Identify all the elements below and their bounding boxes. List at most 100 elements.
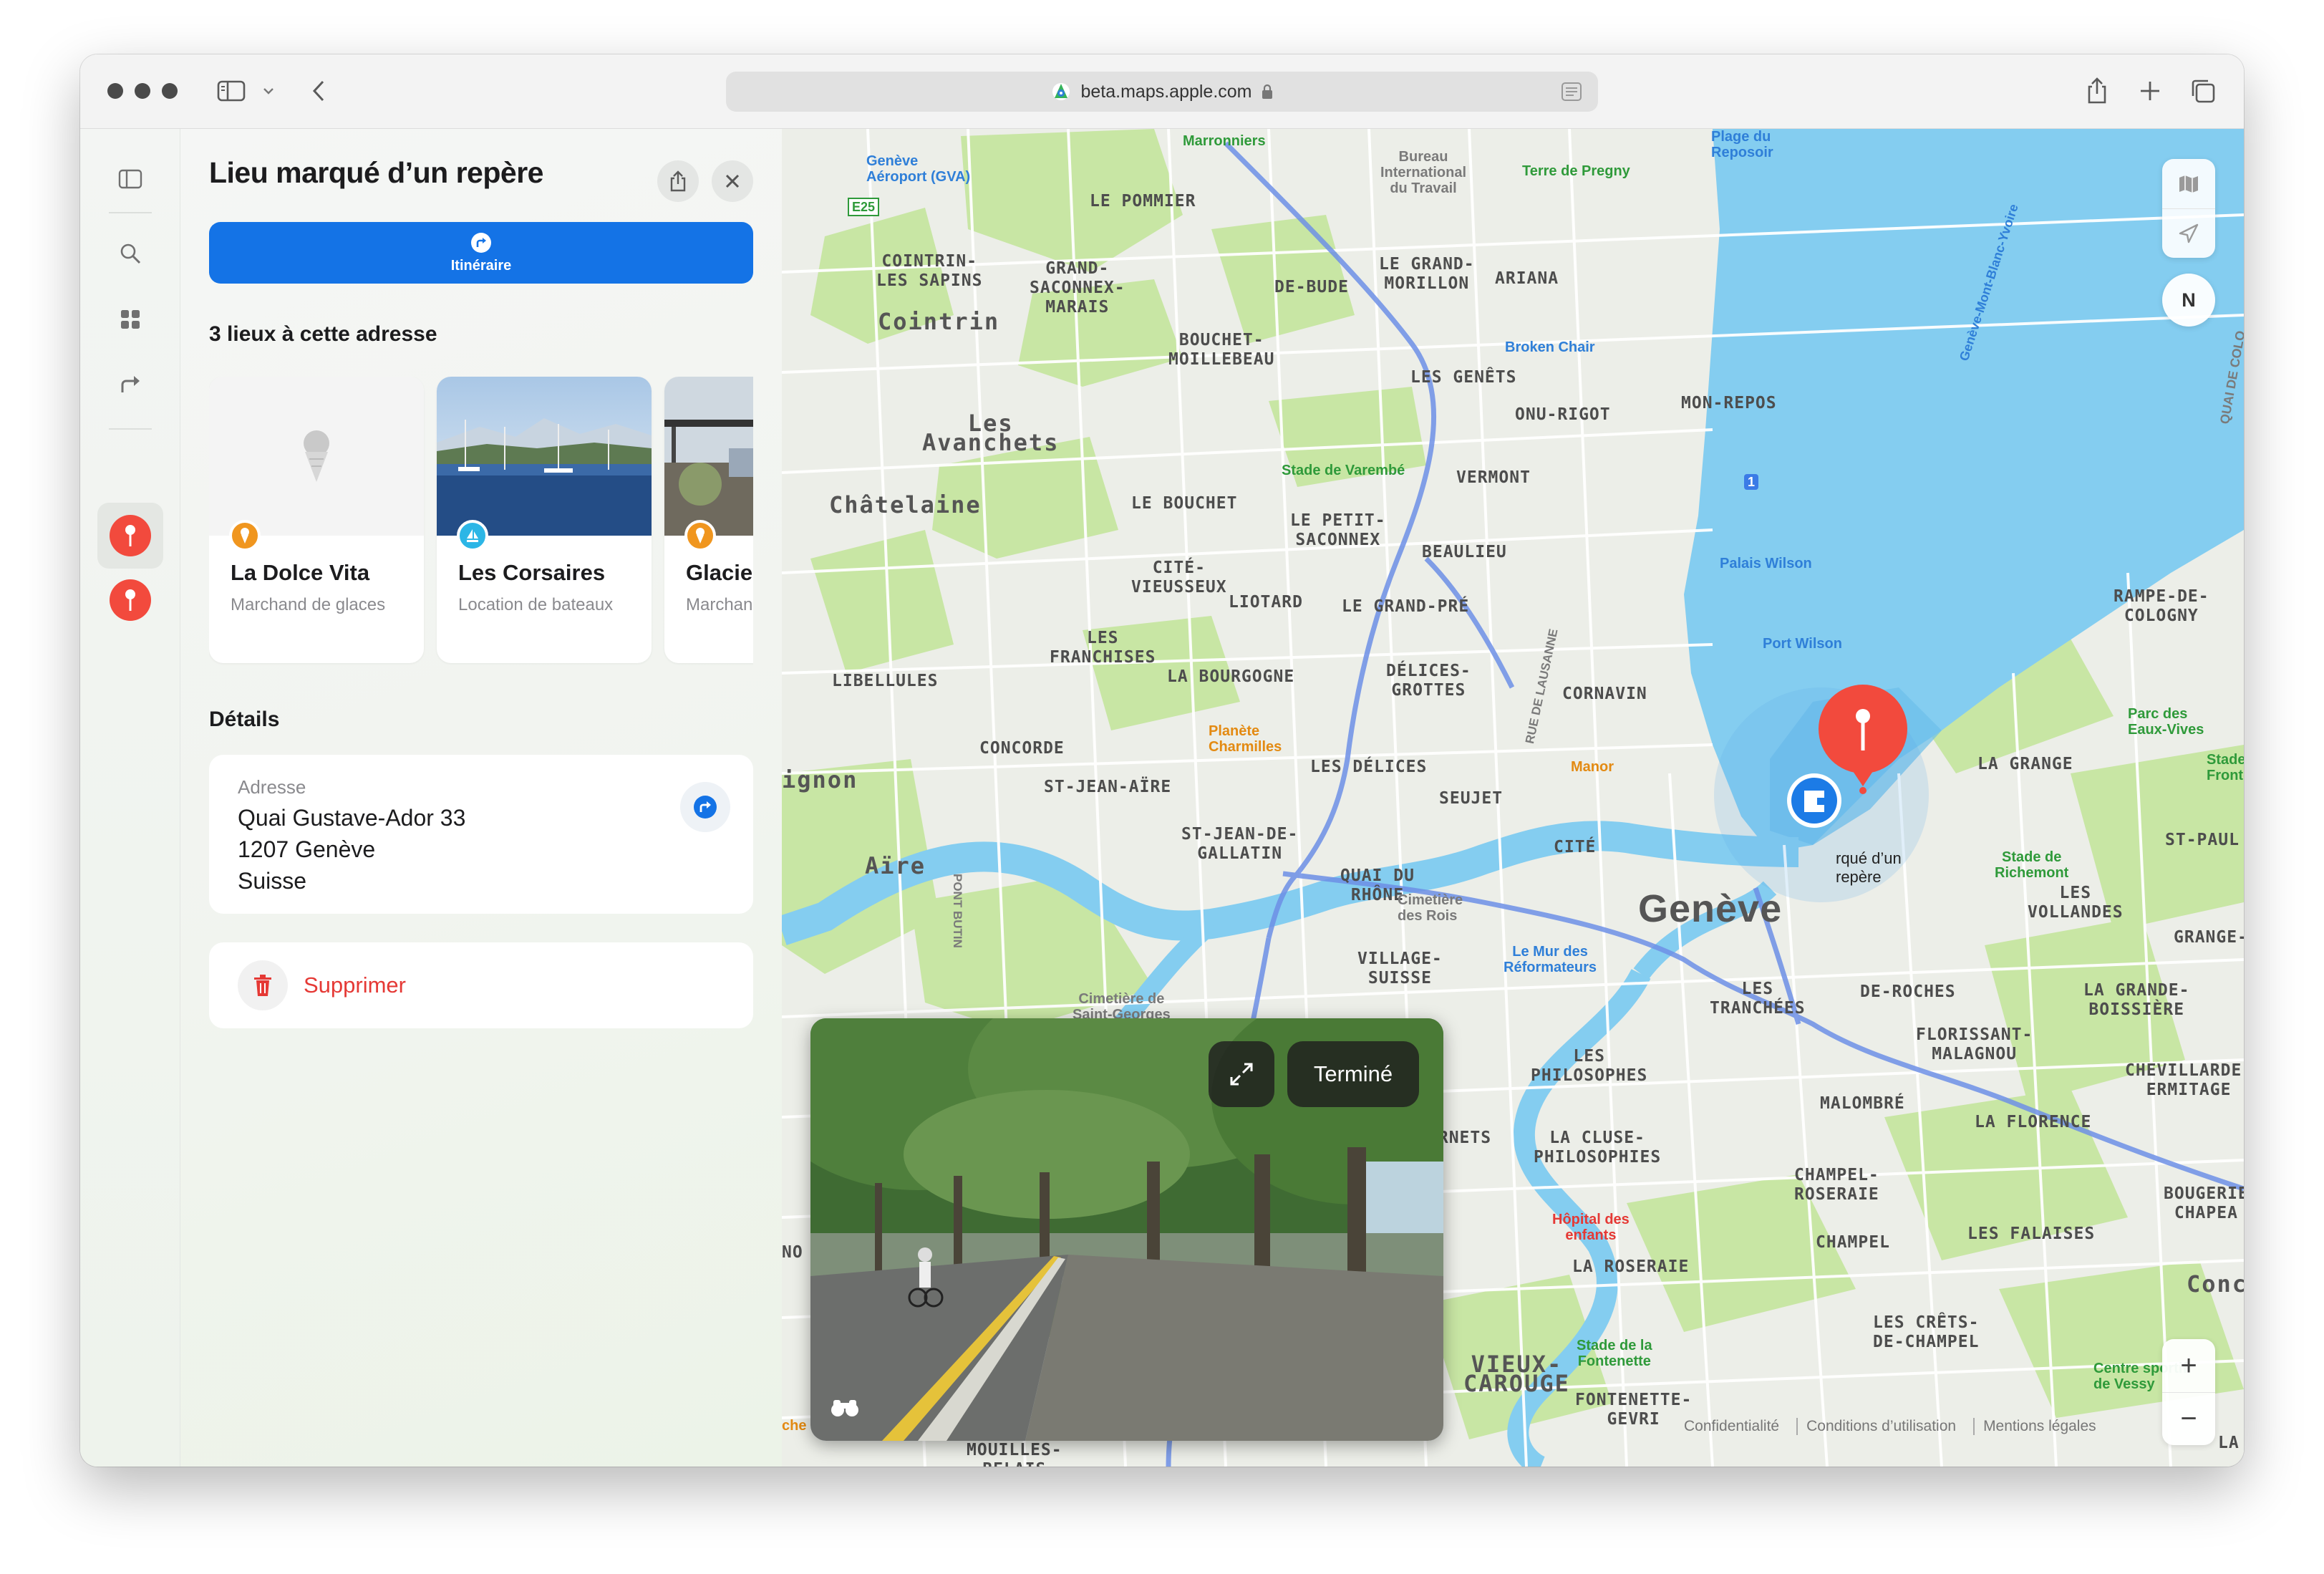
map-poi-label[interactable]: Hôpital des enfants <box>1552 1212 1630 1243</box>
delete-pin-button[interactable]: Supprimer <box>209 942 753 1028</box>
itinerary-button[interactable]: Itinéraire <box>209 222 753 284</box>
map-poi-label: che <box>782 1418 807 1434</box>
map-poi-label[interactable]: Cimetière des Rois <box>1398 892 1463 924</box>
maps-sidebar-rail <box>80 129 180 1467</box>
map-poi-label: PONT BUTIN <box>951 874 964 948</box>
zoom-in-button[interactable]: + <box>2162 1339 2215 1392</box>
map-district-label: CHAMPEL- ROSERAIE <box>1794 1166 1879 1204</box>
minimize-window-dot[interactable] <box>135 83 150 99</box>
map-district-label: LES FALAISES <box>1967 1225 2096 1243</box>
itinerary-label: Itinéraire <box>450 257 512 274</box>
sidebar-toggle-icon[interactable] <box>213 73 249 109</box>
tab-overview-icon[interactable] <box>2185 73 2221 109</box>
map-district-label: CONCORDE <box>979 739 1065 758</box>
terms-link[interactable]: Conditions d’utilisation <box>1796 1418 1956 1435</box>
map-poi-label[interactable]: Stade d Fronten <box>2207 752 2244 783</box>
place-type: Marchand de glaces <box>231 595 386 614</box>
map-district-label: MALOMBRÉ <box>1820 1094 1905 1113</box>
map-district-label: ignon <box>782 766 858 793</box>
map-district-label: LA GRANGE <box>1977 755 2073 773</box>
map-district-label: VERMONT <box>1456 468 1531 487</box>
done-button[interactable]: Terminé <box>1287 1041 1419 1107</box>
zoom-window-dot[interactable] <box>162 83 178 99</box>
trash-icon <box>238 960 288 1010</box>
place-card-les-corsaires[interactable]: Les Corsaires Location de bateaux <box>437 377 652 663</box>
ice-cream-icon <box>209 377 424 536</box>
lock-icon <box>1262 84 1272 99</box>
map-district-label: GRAND- SACONNEX- MARAIS <box>1030 259 1125 317</box>
map-district-label: Cointrin <box>878 308 1000 335</box>
close-window-dot[interactable] <box>107 83 123 99</box>
places-heading: 3 lieux à cette adresse <box>209 322 437 346</box>
place-card-la-dolce-vita[interactable]: La Dolce Vita Marchand de glaces <box>209 377 424 663</box>
title-bar: beta.maps.apple.com <box>80 54 2244 129</box>
expand-button[interactable] <box>1209 1041 1274 1107</box>
map-district-label: LA <box>2218 1434 2240 1452</box>
zoom-out-button[interactable]: − <box>2162 1392 2215 1445</box>
map-poi-label[interactable]: Marronniers <box>1183 133 1266 149</box>
places-carousel[interactable]: La Dolce Vita Marchand de glaces Les Cor… <box>209 377 753 666</box>
share-place-button[interactable] <box>657 160 699 202</box>
address-directions-button[interactable] <box>680 782 730 832</box>
pinned-place-2[interactable] <box>107 577 153 623</box>
map-poi-label[interactable]: Genève Aéroport (GVA) <box>866 153 970 185</box>
map-district-label: Conc <box>2187 1270 2244 1298</box>
map-poi-label[interactable]: Palais Wilson <box>1720 556 1812 571</box>
map-poi-label[interactable]: Parc des Eaux-Vives <box>2128 706 2204 738</box>
legal-notices-link[interactable]: Mentions légales <box>1973 1418 2096 1435</box>
toggle-panel-icon[interactable] <box>107 156 153 202</box>
details-heading: Détails <box>209 708 280 731</box>
map-poi-label[interactable]: Bureau International du Travail <box>1380 149 1466 196</box>
share-icon[interactable] <box>2079 73 2115 109</box>
back-icon[interactable] <box>301 73 337 109</box>
map-district-label: LE GRAND- MORILLON <box>1379 255 1475 293</box>
map-poi-label[interactable]: Terre de Pregny <box>1522 163 1630 179</box>
directions-icon[interactable] <box>107 361 153 407</box>
place-photo <box>664 377 753 536</box>
map-district-label: LES FRANCHISES <box>1050 629 1156 667</box>
map-district-label: COINTRIN- LES SAPINS <box>876 252 983 290</box>
map-district-label: BEAULIEU <box>1422 543 1507 561</box>
address-bar[interactable]: beta.maps.apple.com <box>726 72 1598 112</box>
map-district-label: LES DÉLICES <box>1310 758 1428 776</box>
privacy-link[interactable]: Confidentialité <box>1684 1418 1779 1435</box>
reader-mode-icon[interactable] <box>1561 82 1582 102</box>
maps-favicon-icon <box>1052 83 1070 100</box>
map-poi-label[interactable]: Manor <box>1571 759 1614 775</box>
map-poi-label[interactable]: Port Wilson <box>1763 636 1842 652</box>
legal-links: Confidentialité Conditions d’utilisation… <box>1684 1418 2096 1435</box>
place-type: Marchan glaces <box>686 595 753 614</box>
location-arrow-icon[interactable] <box>2162 208 2215 258</box>
delete-label: Supprimer <box>304 972 406 998</box>
new-tab-icon[interactable] <box>2132 73 2168 109</box>
zoom-controls: + − <box>2162 1339 2215 1445</box>
map-poi-label[interactable]: Broken Chair <box>1505 339 1595 355</box>
map-city-label: Genève <box>1638 887 1783 930</box>
close-panel-button[interactable] <box>712 160 753 202</box>
map-view[interactable]: LE POMMIER COINTRIN- LES SAPINS GRAND- S… <box>782 129 2244 1467</box>
map-district-label: DE-ROCHES <box>1860 982 1956 1001</box>
map-district-label: LA GRANDE- BOISSIÈRE <box>2083 981 2190 1019</box>
search-icon[interactable] <box>107 231 153 276</box>
map-district-label: LIBELLULES <box>832 672 939 690</box>
share-icon <box>670 170 686 192</box>
map-poi-label[interactable]: Stade de Richemont <box>1995 849 2068 881</box>
map-mode-icon[interactable] <box>2177 159 2200 208</box>
map-district-label: LE PETIT- SACONNEX <box>1290 511 1386 549</box>
map-district-label: CHEVILLARDE- ERMITAGE <box>2125 1061 2244 1099</box>
map-poi-label[interactable]: Plage du Reposoir <box>1711 129 1773 160</box>
map-poi-label[interactable]: Stade de la Fontenette <box>1577 1338 1652 1369</box>
map-poi-label[interactable]: Stade de Varembé <box>1282 463 1405 478</box>
guides-grid-icon[interactable] <box>107 296 153 342</box>
place-card-glacier[interactable]: Glacie Marchan glaces <box>664 377 753 663</box>
look-around-preview[interactable]: Terminé <box>810 1018 1443 1441</box>
compass-button[interactable]: N <box>2162 274 2215 327</box>
browser-window: beta.maps.apple.com Lieu marqué d’un rep… <box>80 54 2244 1467</box>
window-controls[interactable] <box>107 83 178 99</box>
chevron-down-icon[interactable] <box>251 73 286 109</box>
map-district-label: Châtelaine <box>829 491 982 518</box>
place-name: Glacie <box>686 560 753 585</box>
map-poi-label[interactable]: Le Mur des Réformateurs <box>1504 944 1597 975</box>
map-poi-label[interactable]: Planète Charmilles <box>1209 723 1282 755</box>
pinned-place-1[interactable] <box>97 503 163 569</box>
